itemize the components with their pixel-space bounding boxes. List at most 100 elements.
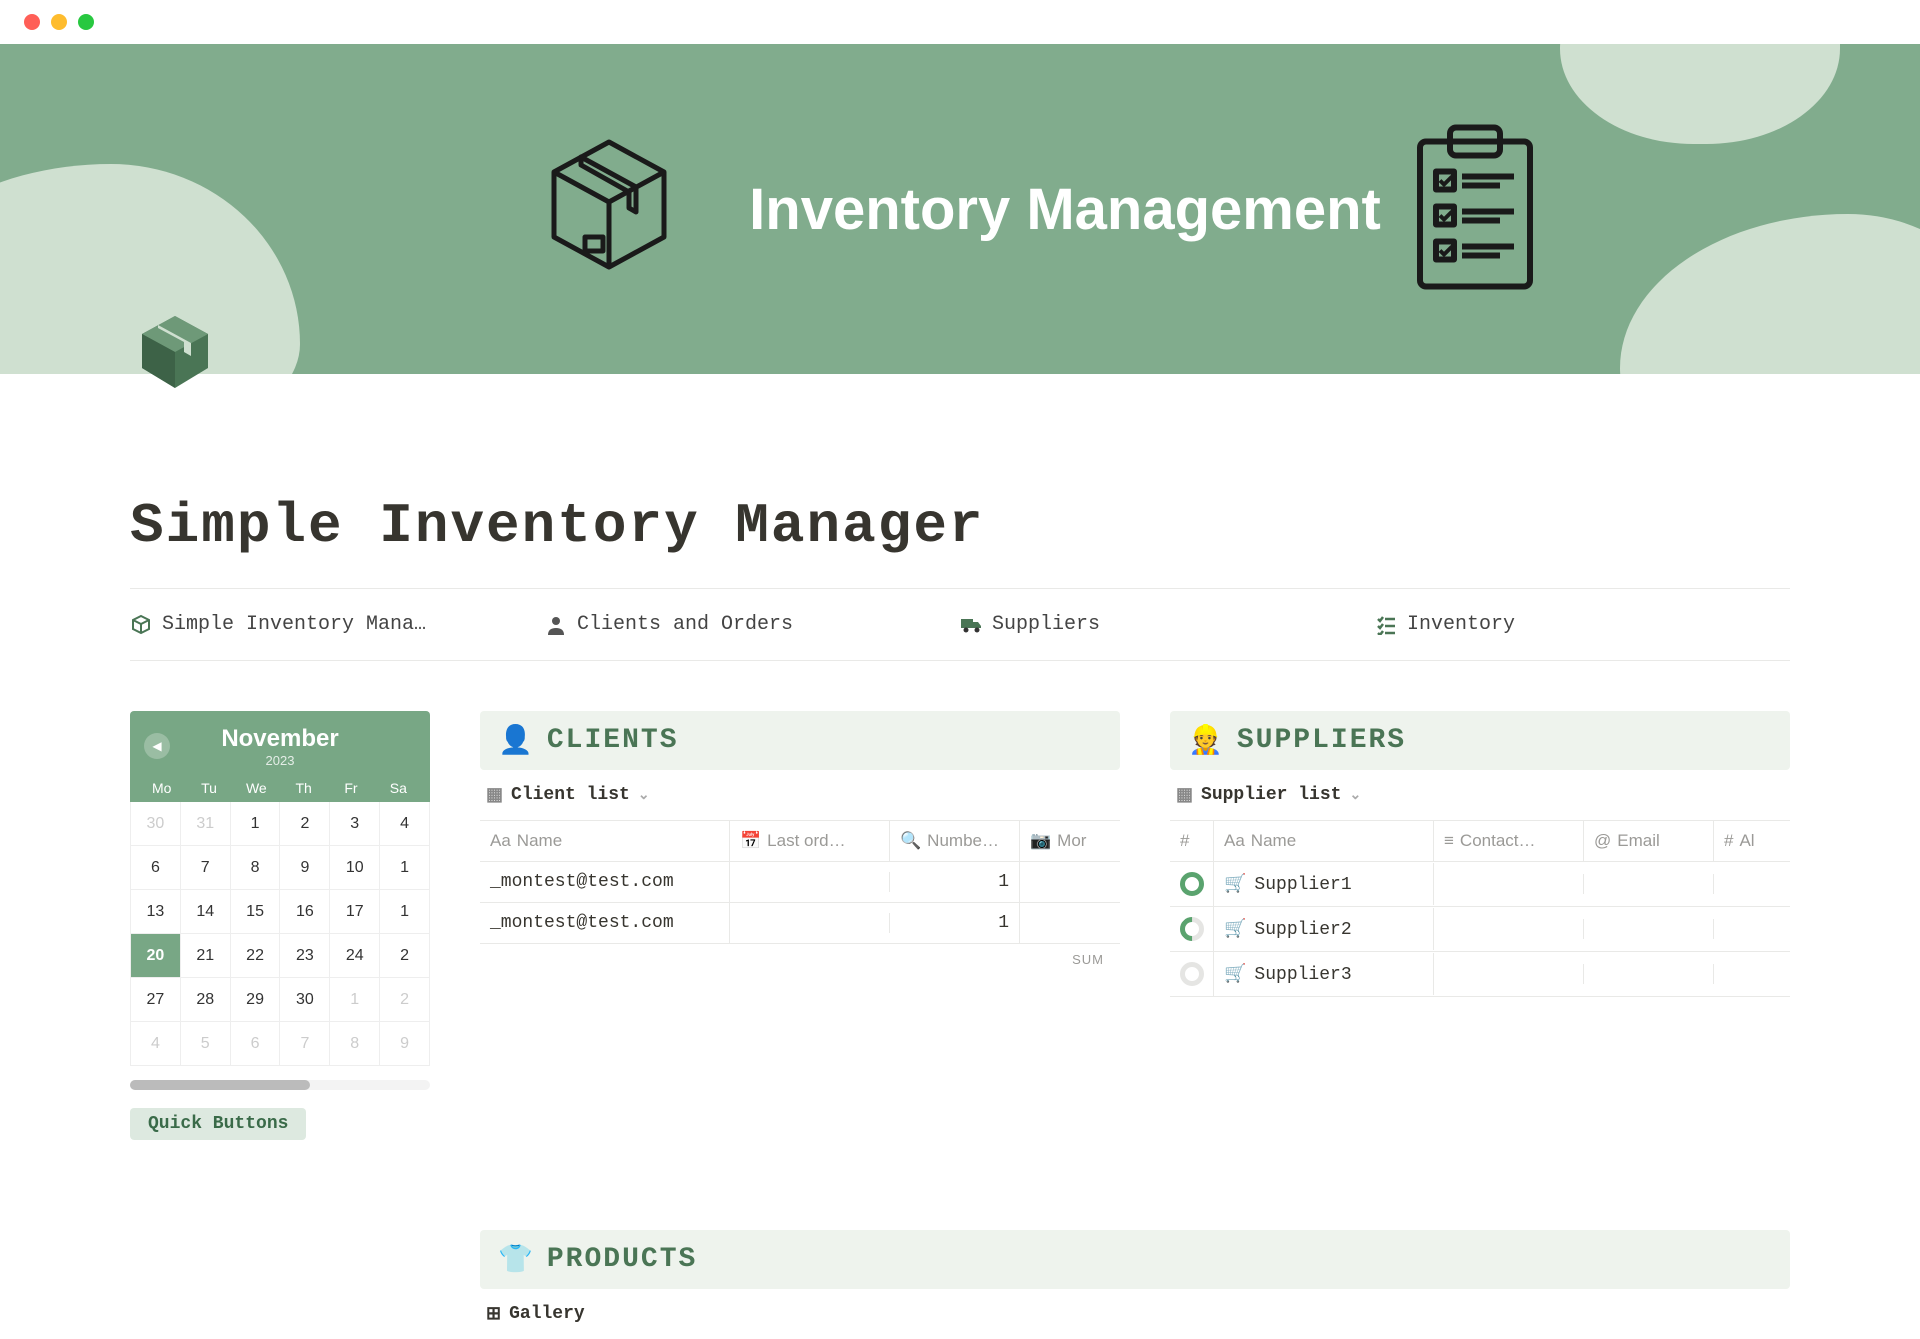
tab-suppliers[interactable]: Suppliers bbox=[960, 613, 1375, 636]
column-email[interactable]: @Email bbox=[1584, 821, 1714, 861]
supplier-al bbox=[1714, 874, 1774, 894]
calendar-day[interactable]: 21 bbox=[181, 934, 231, 978]
calendar-day[interactable]: 14 bbox=[181, 890, 231, 934]
client-number: 1 bbox=[890, 862, 1020, 902]
worker-emoji-icon: 👷 bbox=[1188, 723, 1223, 758]
tab-label: Simple Inventory Mana… bbox=[162, 613, 426, 636]
calendar-icon: 📅 bbox=[740, 831, 761, 851]
column-al[interactable]: #Al bbox=[1714, 821, 1774, 861]
calendar-day[interactable]: 1 bbox=[330, 978, 380, 1022]
client-row[interactable]: _montest@test.com 1 bbox=[480, 862, 1120, 903]
section-title: SUPPLIERS bbox=[1237, 725, 1406, 756]
section-title: CLIENTS bbox=[547, 725, 679, 756]
quick-buttons-button[interactable]: Quick Buttons bbox=[130, 1108, 306, 1140]
supplier-name: 🛒Supplier3 bbox=[1214, 953, 1434, 995]
supplier-email bbox=[1584, 874, 1714, 894]
calendar-day[interactable]: 9 bbox=[380, 1022, 430, 1066]
calendar-day[interactable]: 23 bbox=[280, 934, 330, 978]
supplier-email bbox=[1584, 964, 1714, 984]
calendar-day[interactable]: 8 bbox=[330, 1022, 380, 1066]
calendar-day[interactable]: 15 bbox=[231, 890, 281, 934]
tab-label: Inventory bbox=[1407, 613, 1515, 636]
client-last-order bbox=[730, 913, 890, 933]
calendar-day[interactable]: 3 bbox=[330, 802, 380, 846]
calendar-day[interactable]: 17 bbox=[330, 890, 380, 934]
status-ring-icon bbox=[1180, 962, 1204, 986]
calendar-day[interactable]: 10 bbox=[330, 846, 380, 890]
calendar-day[interactable]: 5 bbox=[181, 1022, 231, 1066]
supplier-row[interactable]: 🛒Supplier2 bbox=[1170, 907, 1790, 952]
clients-section-header: 👤 CLIENTS bbox=[480, 711, 1120, 770]
column-name[interactable]: AaName bbox=[480, 821, 730, 861]
client-name: _montest@test.com bbox=[480, 862, 730, 902]
calendar-day[interactable]: 29 bbox=[231, 978, 281, 1022]
shirt-emoji-icon: 👕 bbox=[498, 1242, 533, 1277]
calendar-day[interactable]: 31 bbox=[181, 802, 231, 846]
tab-inventory-manager[interactable]: Simple Inventory Mana… bbox=[130, 613, 545, 636]
page-icon[interactable] bbox=[130, 308, 220, 403]
calendar-day[interactable]: 24 bbox=[330, 934, 380, 978]
calendar-day[interactable]: 30 bbox=[131, 802, 181, 846]
column-more[interactable]: 📷Mor bbox=[1020, 821, 1110, 861]
calendar-day[interactable]: 7 bbox=[280, 1022, 330, 1066]
calendar-day[interactable]: 4 bbox=[380, 802, 430, 846]
calendar-day[interactable]: 20 bbox=[131, 934, 181, 978]
column-hash[interactable]: # bbox=[1170, 821, 1214, 861]
column-last-order[interactable]: 📅Last ord… bbox=[730, 821, 890, 861]
view-label: Supplier list bbox=[1201, 785, 1341, 805]
truck-icon bbox=[960, 614, 982, 636]
column-number[interactable]: 🔍Numbe… bbox=[890, 821, 1020, 861]
calendar-day[interactable]: 2 bbox=[380, 934, 430, 978]
calendar-day[interactable]: 7 bbox=[181, 846, 231, 890]
chevron-down-icon: ⌄ bbox=[1349, 787, 1361, 804]
cart-icon: 🛒 bbox=[1224, 965, 1246, 985]
supplier-row[interactable]: 🛒Supplier1 bbox=[1170, 862, 1790, 907]
view-label: Client list bbox=[511, 785, 630, 805]
clients-view-selector[interactable]: ▦ Client list ⌄ bbox=[480, 770, 1120, 820]
products-view-selector[interactable]: ⊞ Gallery bbox=[480, 1289, 1790, 1339]
client-last-order bbox=[730, 872, 890, 892]
tab-inventory[interactable]: Inventory bbox=[1375, 613, 1790, 636]
fullscreen-window-button[interactable] bbox=[78, 14, 94, 30]
client-row[interactable]: _montest@test.com1 bbox=[480, 903, 1120, 944]
suppliers-view-selector[interactable]: ▦ Supplier list ⌄ bbox=[1170, 770, 1790, 820]
calendar-day[interactable]: 2 bbox=[280, 802, 330, 846]
calendar-day[interactable]: 13 bbox=[131, 890, 181, 934]
horizontal-scrollbar[interactable] bbox=[130, 1080, 430, 1090]
calendar-day[interactable]: 1 bbox=[380, 890, 430, 934]
calendar-dow-row: MoTuWeThFrSa bbox=[130, 774, 430, 802]
calendar-dow: Mo bbox=[138, 780, 185, 796]
hero-title: Inventory Management bbox=[749, 176, 1381, 243]
calendar-widget: ◀ November 2023 MoTuWeThFrSa 30311234678… bbox=[130, 711, 430, 1140]
calendar-day[interactable]: 8 bbox=[231, 846, 281, 890]
chevron-down-icon: ⌄ bbox=[638, 787, 650, 804]
calendar-day[interactable]: 6 bbox=[131, 846, 181, 890]
calendar-dow: Sa bbox=[375, 780, 422, 796]
column-name[interactable]: AaName bbox=[1214, 821, 1434, 861]
box-icon bbox=[130, 614, 152, 636]
calendar-day[interactable]: 4 bbox=[131, 1022, 181, 1066]
column-contact[interactable]: ≡Contact… bbox=[1434, 821, 1584, 861]
calendar-day[interactable]: 22 bbox=[231, 934, 281, 978]
client-more bbox=[1020, 913, 1110, 933]
calendar-day[interactable]: 27 bbox=[131, 978, 181, 1022]
calendar-dow: Th bbox=[280, 780, 327, 796]
calendar-dow: Fr bbox=[327, 780, 374, 796]
supplier-name: 🛒Supplier2 bbox=[1214, 908, 1434, 950]
calendar-month: November bbox=[130, 725, 430, 753]
cart-icon: 🛒 bbox=[1224, 875, 1246, 895]
supplier-row[interactable]: 🛒Supplier3 bbox=[1170, 952, 1790, 997]
tab-clients-orders[interactable]: Clients and Orders bbox=[545, 613, 960, 636]
calendar-day[interactable]: 6 bbox=[231, 1022, 281, 1066]
close-window-button[interactable] bbox=[24, 14, 40, 30]
calendar-day[interactable]: 2 bbox=[380, 978, 430, 1022]
calendar-day[interactable]: 16 bbox=[280, 890, 330, 934]
calendar-day[interactable]: 1 bbox=[380, 846, 430, 890]
calendar-day[interactable]: 1 bbox=[231, 802, 281, 846]
minimize-window-button[interactable] bbox=[51, 14, 67, 30]
camera-icon: 📷 bbox=[1030, 831, 1051, 851]
calendar-grid: 3031123467891011314151617120212223242272… bbox=[130, 802, 430, 1066]
calendar-day[interactable]: 30 bbox=[280, 978, 330, 1022]
calendar-day[interactable]: 28 bbox=[181, 978, 231, 1022]
calendar-day[interactable]: 9 bbox=[280, 846, 330, 890]
